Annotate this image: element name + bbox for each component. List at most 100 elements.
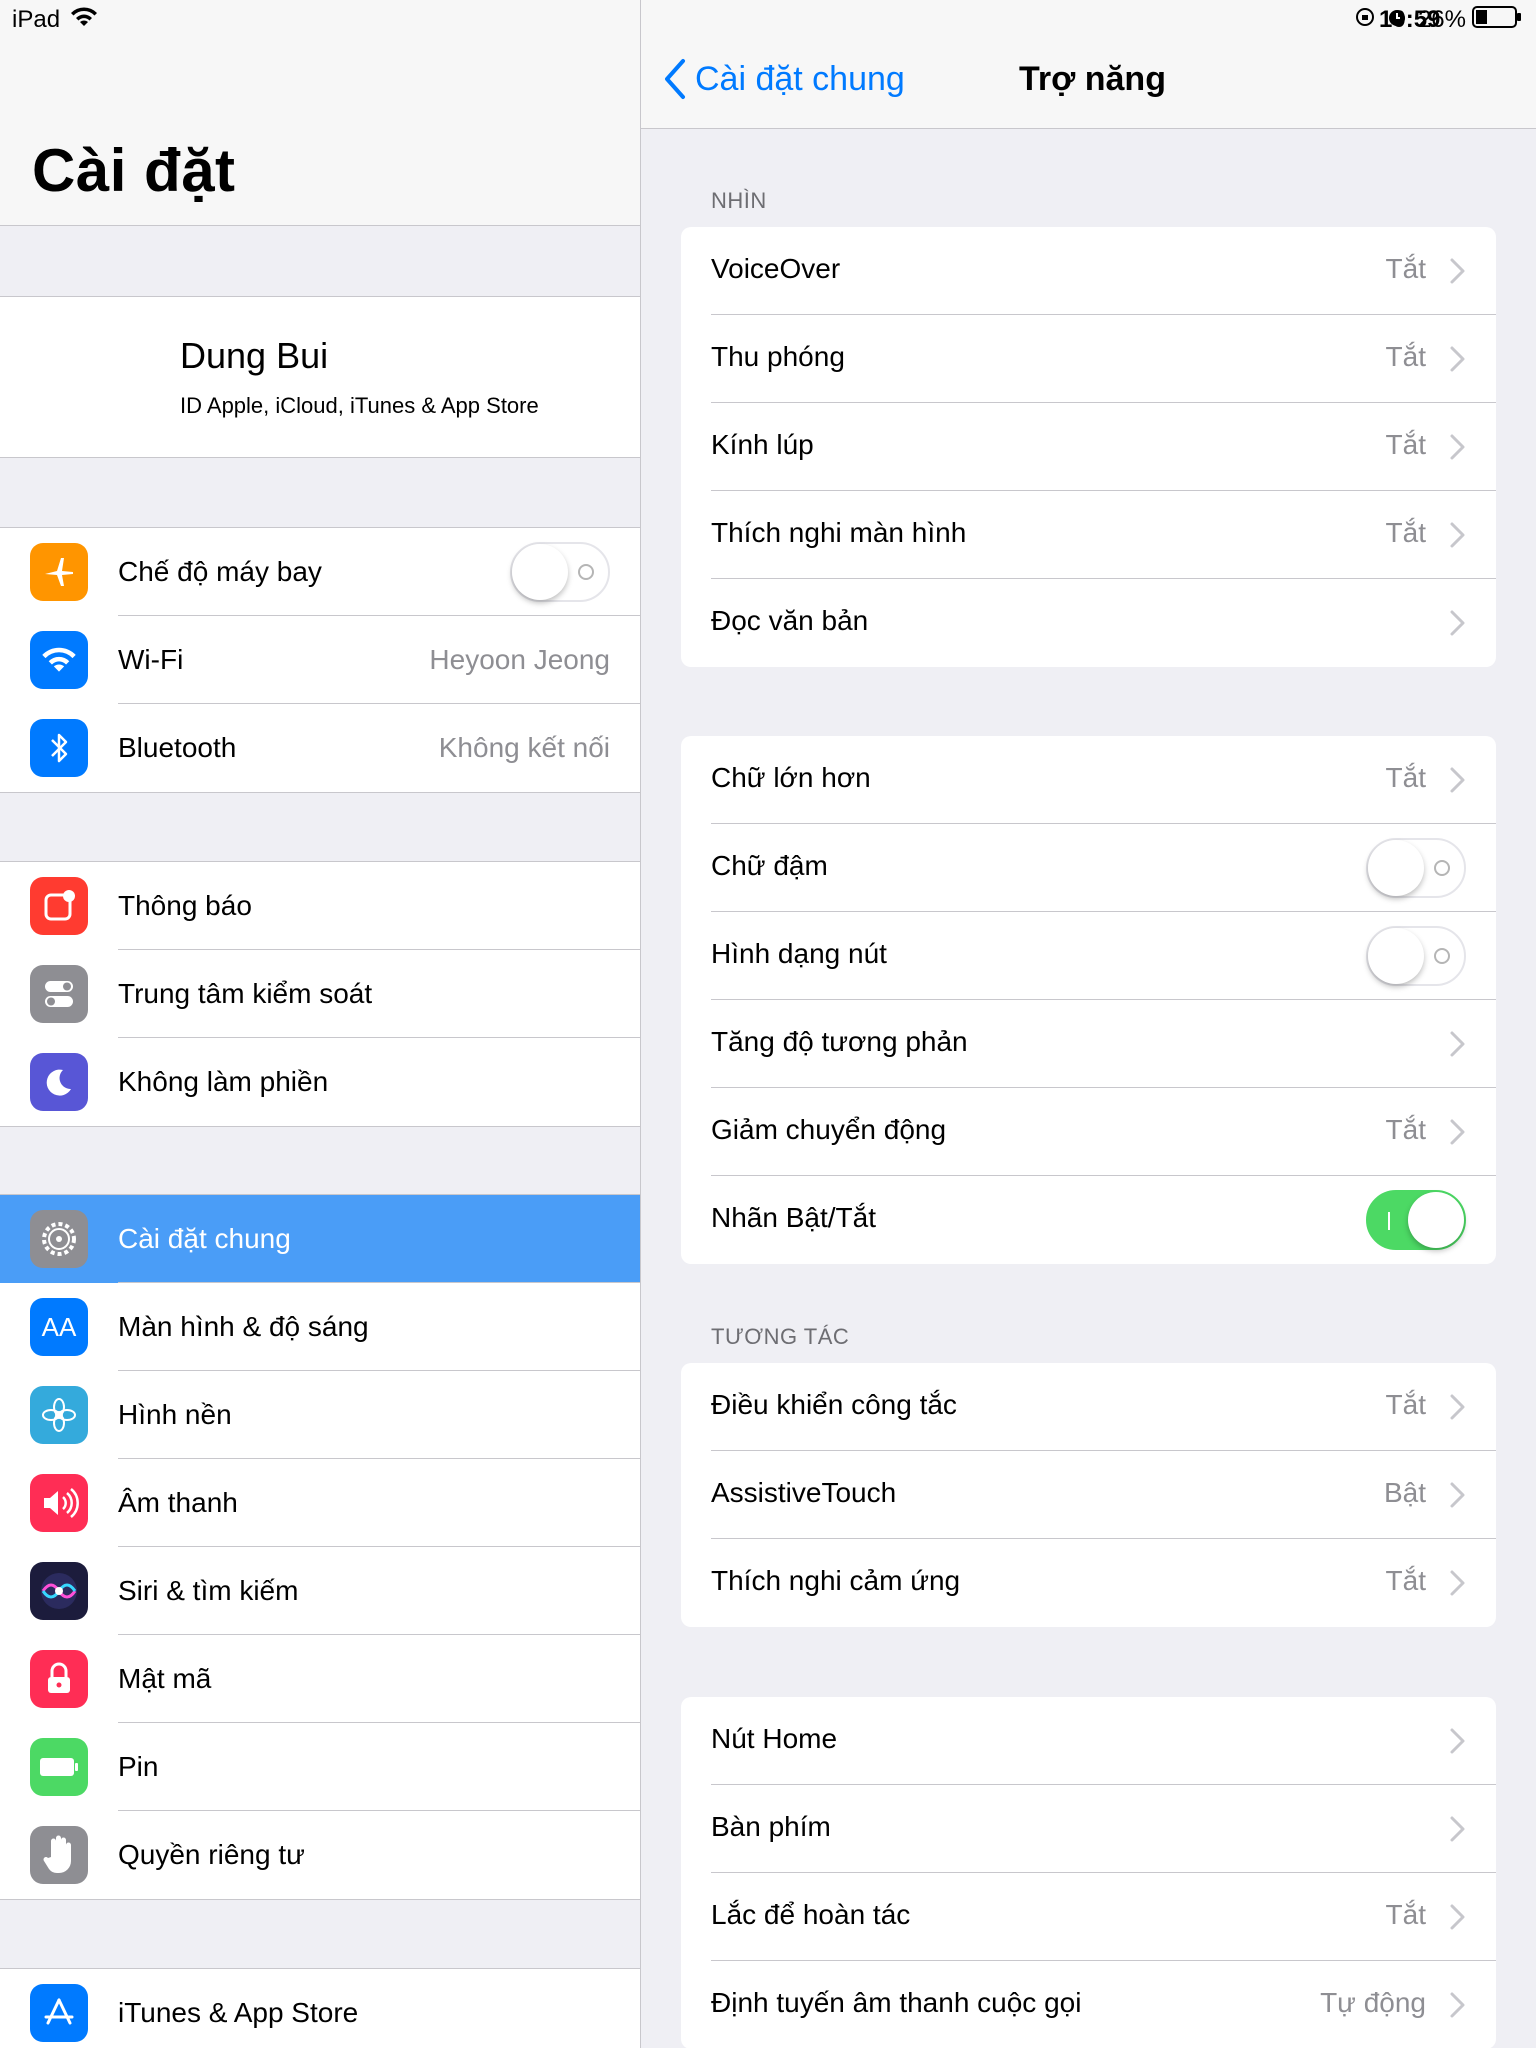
- setting-row[interactable]: Bàn phím: [681, 1785, 1496, 1873]
- setting-value: Tắt: [1385, 253, 1426, 284]
- setting-value: Bật: [1383, 1477, 1426, 1508]
- setting-row[interactable]: Thích nghi màn hình Tắt: [681, 491, 1496, 579]
- sidebar-item-display[interactable]: AA Màn hình & độ sáng: [0, 1283, 640, 1371]
- siri-icon: [30, 1562, 88, 1620]
- setting-row[interactable]: Định tuyến âm thanh cuộc gọi Tự động: [681, 1961, 1496, 2048]
- setting-row[interactable]: Kính lúp Tắt: [681, 403, 1496, 491]
- setting-row[interactable]: Giảm chuyển động Tắt: [681, 1088, 1496, 1176]
- setting-value: Tắt: [1385, 762, 1426, 793]
- sidebar-item-label: Quyền riêng tư: [118, 1839, 305, 1870]
- toggle-off-glyph: [578, 564, 594, 580]
- accessibility-pane: 10:59 26% Cài đặt chung Trợ năng NHÌN Vo…: [641, 0, 1536, 2048]
- text-display-card: Chữ lớn hơn Tắt Chữ đậm Hình dạng nút Tăng đ…: [681, 736, 1496, 1264]
- wifi-status-icon: [70, 6, 98, 35]
- setting-label: Đọc văn bản: [711, 605, 869, 636]
- sidebar-item-label: Trung tâm kiểm soát: [118, 978, 373, 1009]
- sidebar-item-label: Màn hình & độ sáng: [118, 1311, 369, 1342]
- chevron-left-icon: [665, 59, 685, 99]
- toggle-switch[interactable]: [1366, 838, 1466, 898]
- sidebar-item-bluetooth[interactable]: Bluetooth Không kết nối: [0, 704, 640, 792]
- setting-row[interactable]: Nhãn Bật/Tắt: [681, 1176, 1496, 1264]
- sidebar-item-hand[interactable]: Quyền riêng tư: [0, 1811, 640, 1899]
- setting-value: Tắt: [1385, 1565, 1426, 1596]
- battery-icon: [30, 1738, 88, 1796]
- setting-row[interactable]: Đọc văn bản: [681, 579, 1496, 667]
- chevron-right-icon: [1448, 345, 1466, 378]
- notifications-icon: [30, 877, 88, 935]
- setting-label: Định tuyến âm thanh cuộc gọi: [711, 1987, 1082, 2018]
- setting-label: Bàn phím: [711, 1811, 831, 1842]
- toggle-switch[interactable]: [1366, 926, 1466, 986]
- setting-value: Tự động: [1320, 1987, 1426, 2018]
- setting-row[interactable]: Chữ lớn hơn Tắt: [681, 736, 1496, 824]
- setting-label: Thích nghi cảm ứng: [711, 1565, 961, 1596]
- chevron-right-icon: [1450, 1394, 1465, 1420]
- setting-row[interactable]: Thu phóng Tắt: [681, 315, 1496, 403]
- sidebar-item-label: Chế độ máy bay: [118, 556, 322, 587]
- toggle-switch[interactable]: [1366, 1190, 1466, 1250]
- chevron-right-icon: [1448, 1727, 1466, 1760]
- status-left: iPad: [12, 0, 98, 40]
- sidebar-item-sound[interactable]: Âm thanh: [0, 1459, 640, 1547]
- chevron-right-icon: [1448, 766, 1466, 799]
- setting-row[interactable]: AssistiveTouch Bật: [681, 1451, 1496, 1539]
- sidebar-item-gear[interactable]: Cài đặt chung: [0, 1195, 640, 1283]
- gear-icon: [30, 1210, 88, 1268]
- chevron-right-icon: [1448, 1481, 1466, 1514]
- settings-sidebar: iPad Cài đặt Dung Bui ID Apple, iCloud, …: [0, 0, 641, 2048]
- sidebar-item-airplane[interactable]: Chế độ máy bay: [0, 528, 640, 616]
- setting-value: Tắt: [1385, 1899, 1426, 1930]
- misc-card: Nút Home Bàn phím Lắc để hoàn tác Tắt Định t…: [681, 1697, 1496, 2048]
- sidebar-item-battery[interactable]: Pin: [0, 1723, 640, 1811]
- chevron-right-icon: [1450, 434, 1465, 460]
- sidebar-item-siri[interactable]: Siri & tìm kiếm: [0, 1547, 640, 1635]
- setting-label: Thích nghi màn hình: [711, 517, 967, 548]
- sidebar-item-app-store[interactable]: iTunes & App Store: [0, 1969, 640, 2048]
- setting-label: Kính lúp: [711, 429, 814, 460]
- display-icon: AA: [30, 1298, 88, 1356]
- wallpaper-icon: [30, 1386, 88, 1444]
- toggle-off-glyph: [1434, 860, 1450, 876]
- sidebar-item-control-center[interactable]: Trung tâm kiểm soát: [0, 950, 640, 1038]
- chevron-right-icon: [1448, 1903, 1466, 1936]
- chevron-right-icon: [1448, 609, 1466, 642]
- setting-row[interactable]: Tăng độ tương phản: [681, 1000, 1496, 1088]
- sidebar-item-lock[interactable]: Mật mã: [0, 1635, 640, 1723]
- setting-row[interactable]: Nút Home: [681, 1697, 1496, 1785]
- toggle-off-glyph: [1434, 948, 1450, 964]
- setting-row[interactable]: Hình dạng nút: [681, 912, 1496, 1000]
- toggle-knob: [1368, 840, 1424, 896]
- nav-title: Trợ năng: [1019, 60, 1166, 98]
- moon-icon: [30, 1053, 88, 1111]
- setting-row[interactable]: Chữ đậm: [681, 824, 1496, 912]
- apple-id-profile[interactable]: Dung Bui ID Apple, iCloud, iTunes & App …: [0, 296, 640, 458]
- sidebar-item-notifications[interactable]: Thông báo: [0, 862, 640, 950]
- chevron-right-icon: [1450, 258, 1465, 284]
- setting-label: Lắc để hoàn tác: [711, 1899, 911, 1930]
- sidebar-item-label: Mật mã: [118, 1663, 212, 1694]
- battery-percent: 26%: [1417, 6, 1466, 33]
- chevron-right-icon: [1448, 1393, 1466, 1426]
- setting-row[interactable]: Lắc để hoàn tác Tắt: [681, 1873, 1496, 1961]
- back-button[interactable]: Cài đặt chung: [663, 58, 905, 100]
- page-title: Cài đặt: [32, 137, 236, 204]
- toggle-knob: [1408, 1192, 1464, 1248]
- chevron-right-icon: [1448, 1815, 1466, 1848]
- chevron-right-icon: [1450, 1119, 1465, 1145]
- sound-icon: [30, 1474, 88, 1532]
- setting-label: Nút Home: [711, 1723, 838, 1754]
- sidebar-item-wallpaper[interactable]: Hình nền: [0, 1371, 640, 1459]
- sidebar-item-moon[interactable]: Không làm phiền: [0, 1038, 640, 1126]
- device-label: iPad: [12, 6, 61, 33]
- setting-row[interactable]: Điều khiển công tắc Tắt: [681, 1363, 1496, 1451]
- sidebar-item-label: Âm thanh: [118, 1487, 238, 1518]
- chevron-right-icon: [1450, 1816, 1465, 1842]
- airplane-icon: [30, 543, 88, 601]
- setting-row[interactable]: Thích nghi cảm ứng Tắt: [681, 1539, 1496, 1627]
- setting-row[interactable]: VoiceOver Tắt: [681, 227, 1496, 315]
- hand-icon: [30, 1826, 88, 1884]
- setting-label: Chữ đậm: [711, 850, 828, 881]
- toggle-switch[interactable]: [510, 542, 610, 602]
- sidebar-item-wifi[interactable]: Wi-Fi Heyoon Jeong: [0, 616, 640, 704]
- connectivity-group: Chế độ máy bay Wi-Fi Heyoon Jeong Bluetooth…: [0, 527, 640, 793]
